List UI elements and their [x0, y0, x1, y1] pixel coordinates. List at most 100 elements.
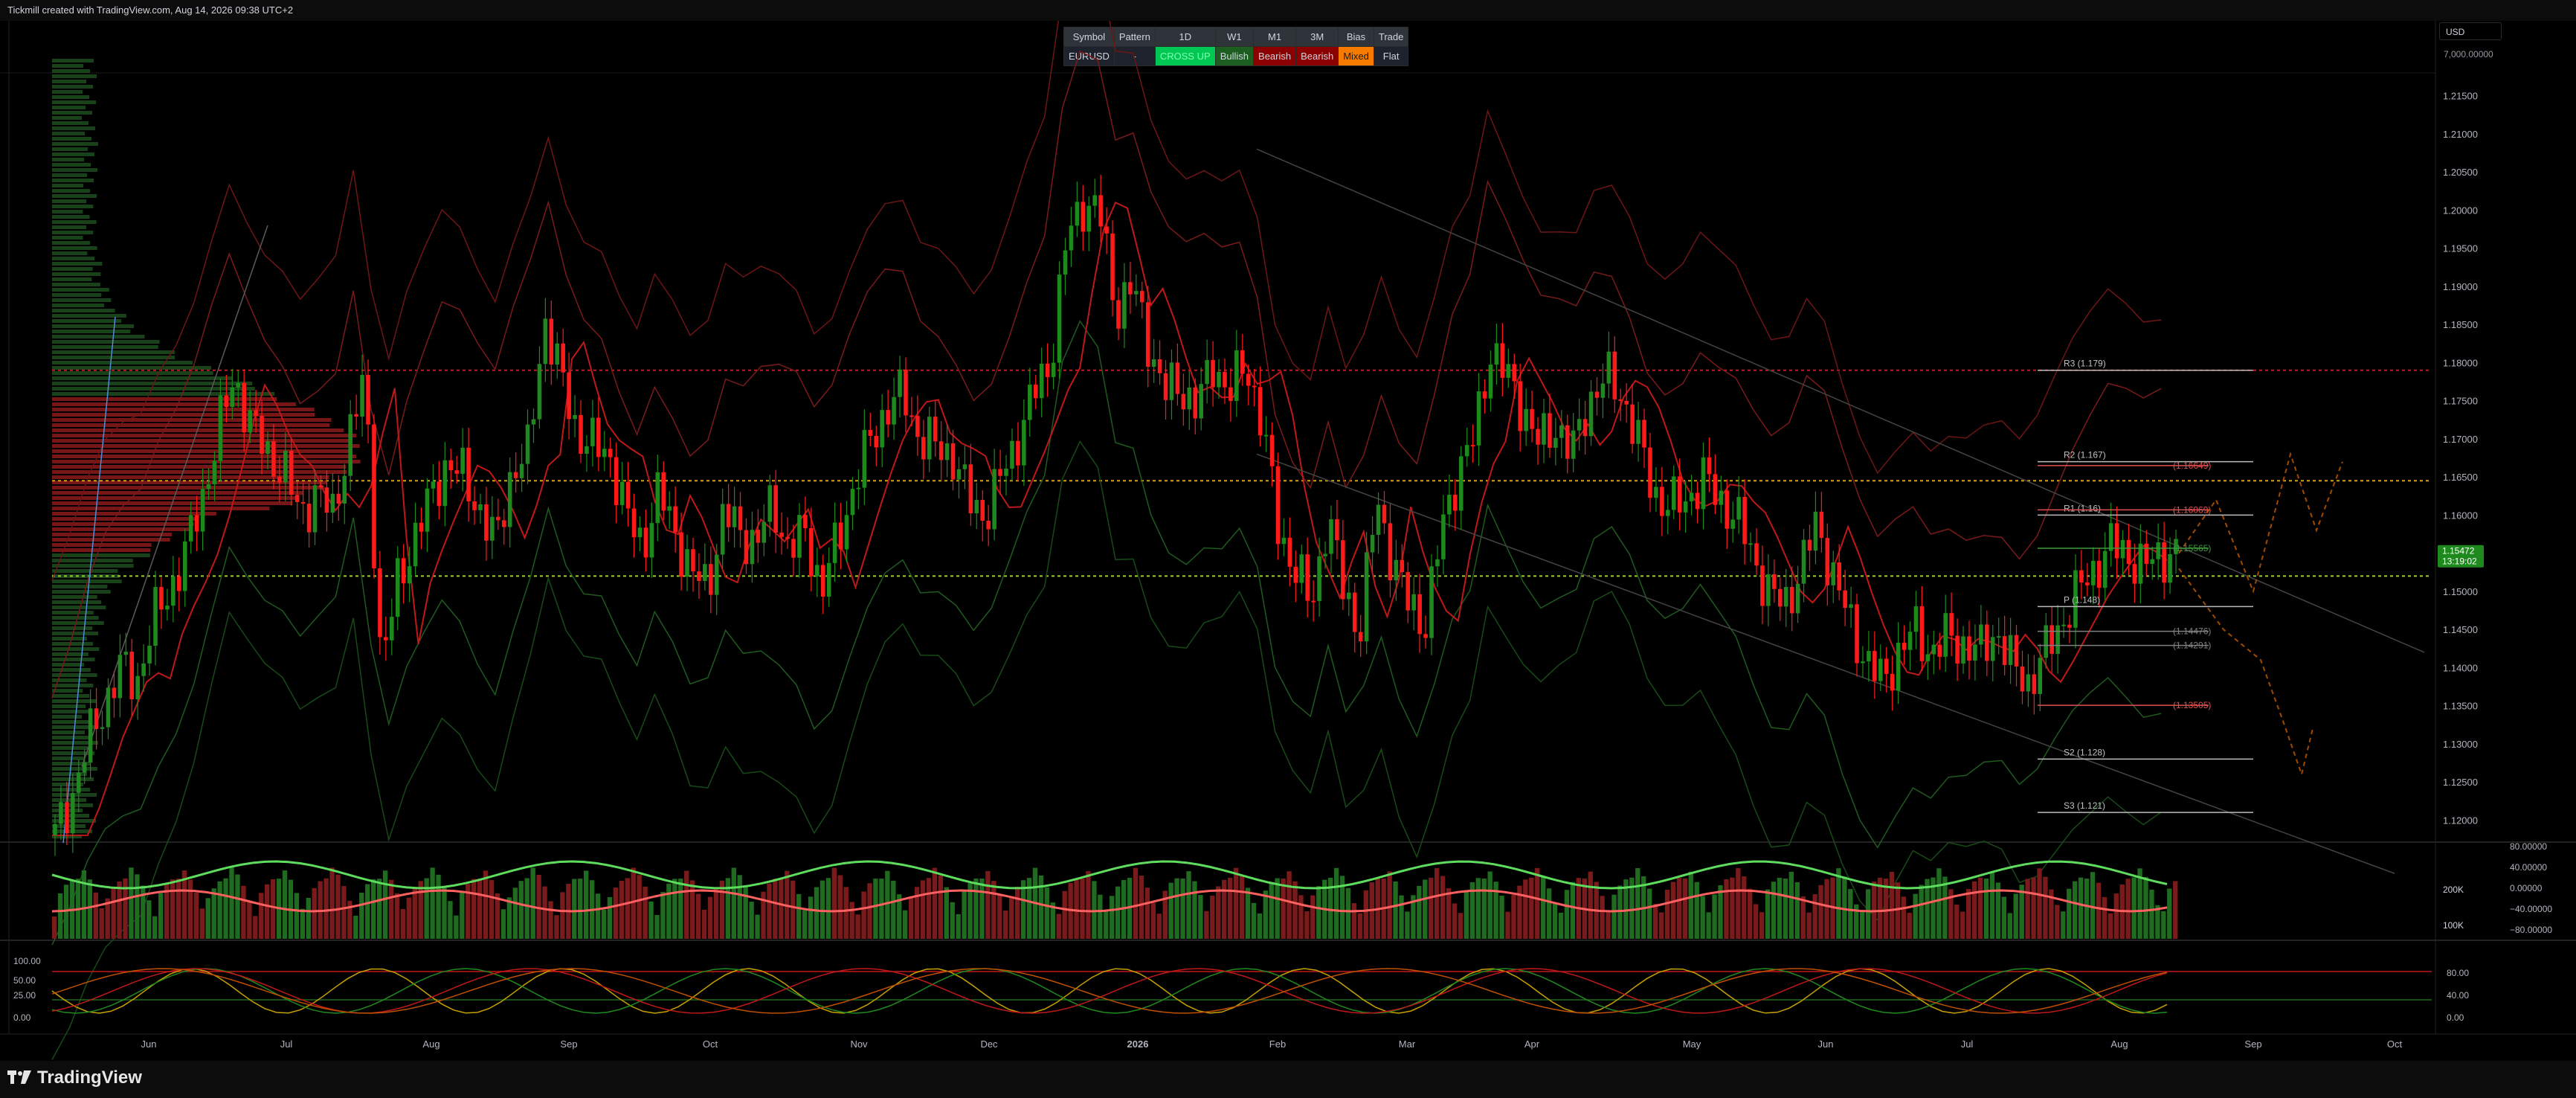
volume-bar	[991, 881, 996, 939]
x-tick-label: Sep	[560, 1038, 577, 1050]
volume-bar	[1794, 882, 1800, 939]
candle-body	[188, 515, 193, 542]
side-level-label: (1.16069)	[2173, 504, 2211, 515]
candle-body	[442, 460, 448, 507]
volume-bar	[1440, 876, 1446, 939]
candle-body	[159, 587, 164, 610]
y-tick-label: 1.17500	[2443, 396, 2478, 407]
volume-bar	[1044, 887, 1050, 939]
candle-body	[2020, 666, 2025, 692]
volume-bar	[1292, 881, 1298, 939]
pivot-level-label: S2 (1.128)	[2064, 747, 2105, 757]
volume-bar	[1913, 893, 1918, 939]
x-tick-label: Sep	[2244, 1038, 2261, 1050]
volume-bar	[2037, 868, 2042, 939]
volume-bar	[353, 915, 358, 939]
candle-body	[1730, 519, 1735, 529]
candle-body	[2108, 523, 2113, 551]
candle-body	[655, 472, 660, 524]
volume-profile-bar	[52, 507, 270, 510]
volume-profile-bar	[52, 111, 93, 115]
volume-bar	[1700, 896, 1705, 939]
candle-body	[1907, 632, 1913, 650]
pivot-level-label: P (1.148)	[2064, 594, 2100, 605]
candle-body	[1157, 359, 1162, 373]
volume-profile-bar	[52, 757, 85, 760]
volume-bar	[2167, 888, 2172, 939]
candle-body	[886, 410, 890, 425]
volume-bar	[247, 900, 252, 939]
candle-body	[1577, 419, 1582, 431]
volume-bar	[1535, 867, 1540, 939]
volume-bar	[87, 879, 93, 939]
volume-bar	[418, 881, 423, 939]
volume-bar	[1664, 889, 1670, 939]
volume-bar	[654, 914, 660, 939]
candle-body	[619, 481, 625, 506]
candle-body	[82, 762, 87, 773]
candle-body	[372, 424, 376, 569]
volume-bar	[773, 879, 778, 939]
volume-bar	[1611, 894, 1617, 939]
volume-profile-bar	[52, 100, 97, 104]
candle-body	[460, 447, 465, 474]
candle-body	[1754, 543, 1759, 566]
candle-body	[537, 364, 542, 420]
candle-body	[1612, 351, 1617, 399]
candle-body	[1695, 492, 1700, 510]
volume-bar	[1180, 879, 1185, 939]
y-tick-label: 1.14000	[2443, 662, 2478, 673]
volume-bar	[1748, 888, 1753, 939]
volume-bar	[506, 897, 512, 939]
side-level-label: (1.16649)	[2173, 460, 2211, 471]
candle-body	[1482, 391, 1487, 399]
volume-bar	[2108, 913, 2113, 939]
volume-profile-bar	[52, 231, 94, 234]
volume-bar	[1345, 887, 1351, 939]
volume-bar	[560, 892, 565, 939]
candle-body	[1246, 373, 1251, 386]
candle-body	[2014, 635, 2019, 667]
candle-body	[1985, 624, 1989, 661]
volume-bar	[1983, 879, 1989, 939]
x-tick-label: Aug	[422, 1038, 439, 1050]
candle-body	[631, 508, 637, 538]
volume-bar	[294, 893, 300, 939]
volume-bar	[831, 867, 837, 939]
candle-body	[248, 410, 252, 433]
volume-bar	[1777, 877, 1783, 939]
volume-bar	[1363, 890, 1369, 939]
volume-bar	[1718, 885, 1723, 939]
chart-canvas[interactable]: 1.12000 1.12500 1.13000 1.13500 1.14000 1.145…	[0, 21, 2576, 1061]
candle-body	[289, 450, 294, 495]
volume-bar	[270, 879, 276, 939]
volume-bar	[448, 901, 453, 939]
candle-body	[265, 441, 270, 455]
volume-bar	[1429, 877, 1434, 939]
candle-body	[1051, 362, 1056, 377]
candle-body	[726, 504, 731, 527]
candle-body	[2038, 658, 2043, 694]
volume-profile-bar	[52, 387, 255, 391]
volume-bar	[1186, 871, 1191, 939]
volume-bar	[2043, 876, 2048, 939]
volume-bar	[365, 884, 370, 939]
volume-profile-bar	[52, 189, 91, 193]
volume-profile-bar	[52, 720, 89, 724]
candle-body	[1028, 385, 1032, 420]
candle-body	[1701, 457, 1706, 510]
volume-profile-bar	[52, 90, 83, 94]
volume-bar	[2067, 888, 2072, 939]
candle-body	[1139, 291, 1144, 303]
candle-body	[1789, 587, 1794, 614]
candle-body	[513, 472, 518, 478]
tradingview-logo-text: TradingView	[37, 1068, 142, 1088]
volume-bar	[1133, 867, 1139, 939]
candle-body	[384, 637, 388, 640]
volume-bar	[1080, 879, 1085, 939]
candle-body	[1996, 636, 2001, 638]
candle-body	[1039, 363, 1044, 399]
y-tick-label: 1.13000	[2443, 739, 2478, 750]
x-tick-label: Aug	[2110, 1038, 2128, 1050]
volume-profile-bar	[52, 413, 315, 417]
